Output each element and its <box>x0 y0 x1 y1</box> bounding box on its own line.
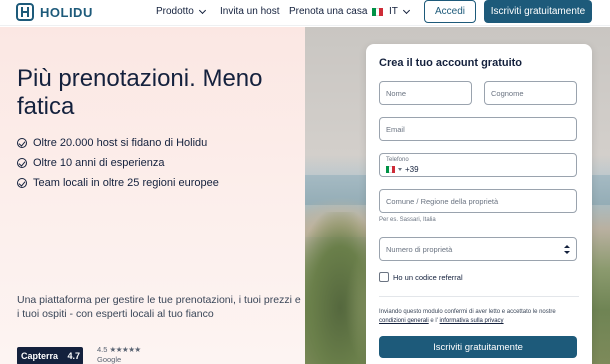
privacy-link[interactable]: informativa sulla privacy <box>440 318 504 324</box>
google-label: Google <box>97 355 122 364</box>
legal-text: Inviando questo modulo confermi di aver … <box>379 308 579 326</box>
language-selector[interactable]: IT <box>372 6 410 17</box>
caret-down-icon[interactable] <box>398 168 402 171</box>
google-rating: 4.5 ★★★★★ <box>97 345 141 354</box>
email-field[interactable]: Email <box>379 117 577 141</box>
holidu-logo[interactable]: HOLIDU <box>16 3 93 21</box>
holidu-logo-icon <box>16 3 34 21</box>
location-field[interactable]: Comune / Regione della proprietà <box>379 189 577 213</box>
nav-item-label: Invita un host <box>220 6 280 17</box>
nav-item-invita-host[interactable]: Invita un host <box>220 6 279 17</box>
star-rating-icon: ★★★★★ <box>109 345 142 354</box>
last-name-field[interactable]: Cognome <box>484 81 577 105</box>
signup-header-button[interactable]: Iscriviti gratuitamente <box>484 0 592 23</box>
legal-and: e l' <box>430 318 438 324</box>
benefit-text: Oltre 10 anni di esperienza <box>33 157 165 169</box>
first-name-placeholder: Nome <box>386 89 407 98</box>
referral-checkbox[interactable] <box>379 272 389 282</box>
nav-item-label: Prodotto <box>156 6 194 17</box>
language-code: IT <box>389 6 398 17</box>
benefit-text: Team locali in oltre 25 regioni europee <box>33 177 219 189</box>
phone-label: Telefono <box>386 157 409 163</box>
logo-text: HOLIDU <box>40 4 93 20</box>
phone-prefix: +39 <box>405 165 419 174</box>
email-placeholder: Email <box>386 125 405 134</box>
hero-description: Una piattaforma per gestire le tue preno… <box>17 294 301 320</box>
location-placeholder: Comune / Regione della proprietà <box>386 197 499 206</box>
check-circle-icon <box>17 158 27 168</box>
capterra-score: 4.7 <box>67 351 80 361</box>
select-arrows-icon <box>564 245 570 255</box>
benefit-item: Oltre 20.000 host si fidano di Holidu <box>17 136 297 150</box>
italy-flag-icon <box>372 7 384 16</box>
chevron-down-icon <box>198 6 206 14</box>
form-title: Crea il tuo account gratuito <box>379 57 523 69</box>
top-navigation-bar: HOLIDU Prodotto Invita un host Prenota u… <box>0 0 610 26</box>
benefits-list: Oltre 20.000 host si fidano di Holidu Ol… <box>17 136 297 196</box>
nav-item-label: Prenota una casa <box>289 6 368 17</box>
check-circle-icon <box>17 138 27 148</box>
google-score: 4.5 <box>97 345 108 354</box>
submit-signup-button[interactable]: Iscriviti gratuitamente <box>379 336 577 358</box>
capterra-label: Capterra <box>21 351 59 361</box>
italy-flag-icon[interactable] <box>386 166 395 173</box>
hero-section: Più prenotazioni. Meno fatica Oltre 20.0… <box>0 27 305 364</box>
benefit-item: Team locali in oltre 25 regioni europee <box>17 176 297 190</box>
capterra-badge[interactable]: Capterra 4.7 <box>17 347 83 364</box>
nav-item-prodotto[interactable]: Prodotto <box>156 6 206 17</box>
last-name-placeholder: Cognome <box>491 89 524 98</box>
divider <box>379 296 579 297</box>
referral-checkbox-label[interactable]: Ho un codice referral <box>393 273 463 282</box>
login-button[interactable]: Accedi <box>424 0 476 23</box>
hero-title: Più prenotazioni. Meno fatica <box>17 65 263 120</box>
chevron-down-icon <box>402 6 410 14</box>
legal-prefix: Inviando questo modulo confermi di aver … <box>379 309 556 315</box>
first-name-field[interactable]: Nome <box>379 81 472 105</box>
signup-form-card: Crea il tuo account gratuito Nome Cognom… <box>366 44 592 364</box>
terms-link[interactable]: condizioni generali <box>379 318 429 324</box>
nav-item-prenota-casa[interactable]: Prenota una casa <box>289 6 367 17</box>
property-count-select[interactable]: Numero di proprietà <box>379 237 577 261</box>
property-count-placeholder: Numero di proprietà <box>386 245 453 254</box>
phone-field[interactable]: Telefono +39 <box>379 153 577 177</box>
check-circle-icon <box>17 178 27 188</box>
benefit-item: Oltre 10 anni di esperienza <box>17 156 297 170</box>
location-hint: Per es. Sassari, Italia <box>379 217 436 223</box>
benefit-text: Oltre 20.000 host si fidano di Holidu <box>33 137 208 149</box>
